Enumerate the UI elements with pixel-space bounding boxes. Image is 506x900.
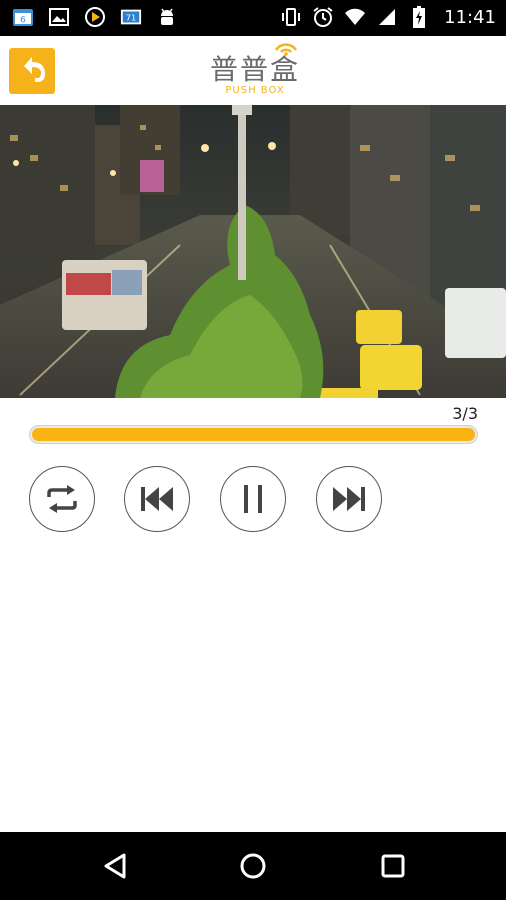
play-store-icon: [84, 6, 106, 28]
calendar-day: 6: [20, 16, 26, 26]
notification-icons: 6 71: [12, 6, 178, 28]
nav-back-button[interactable]: [95, 850, 135, 882]
calendar-icon: 6: [12, 6, 34, 28]
battery-icon: [408, 6, 430, 28]
gallery-icon: [48, 6, 70, 28]
push-box-logo: 普普盒 PUSH BOX: [200, 40, 310, 100]
nav-recents-button[interactable]: [373, 850, 413, 882]
status-bar: 6 71 11:41: [0, 0, 506, 36]
media-photo: [0, 105, 506, 398]
navigation-bar: [0, 832, 506, 900]
return-arrow-icon: [15, 52, 49, 90]
pause-button[interactable]: [220, 466, 286, 532]
vibrate-icon: [280, 6, 302, 28]
progress-bar[interactable]: [29, 425, 478, 444]
previous-icon: [141, 487, 173, 511]
weather-icon: 71: [120, 6, 142, 28]
wifi-icon: [344, 6, 366, 28]
nav-home-button[interactable]: [233, 850, 273, 882]
recents-icon: [381, 854, 405, 878]
alarm-icon: [312, 6, 334, 28]
progress-fill: [32, 428, 475, 441]
system-icons: 11:41: [280, 6, 496, 28]
next-icon: [333, 487, 365, 511]
back-icon: [104, 853, 126, 879]
home-icon: [240, 853, 266, 879]
back-button[interactable]: [9, 48, 55, 94]
app-header: 普普盒 PUSH BOX: [0, 36, 506, 104]
android-debug-icon: [156, 6, 178, 28]
repeat-button[interactable]: [29, 466, 95, 532]
previous-button[interactable]: [124, 466, 190, 532]
signal-icon: [376, 6, 398, 28]
signal-waves-icon: [274, 43, 298, 56]
next-button[interactable]: [316, 466, 382, 532]
pause-icon: [244, 485, 262, 513]
track-counter: 3/3: [452, 404, 478, 423]
weather-temp: 71: [126, 13, 137, 23]
repeat-icon: [47, 485, 77, 513]
logo-subtitle: PUSH BOX: [225, 85, 285, 96]
clock: 11:41: [444, 6, 496, 28]
